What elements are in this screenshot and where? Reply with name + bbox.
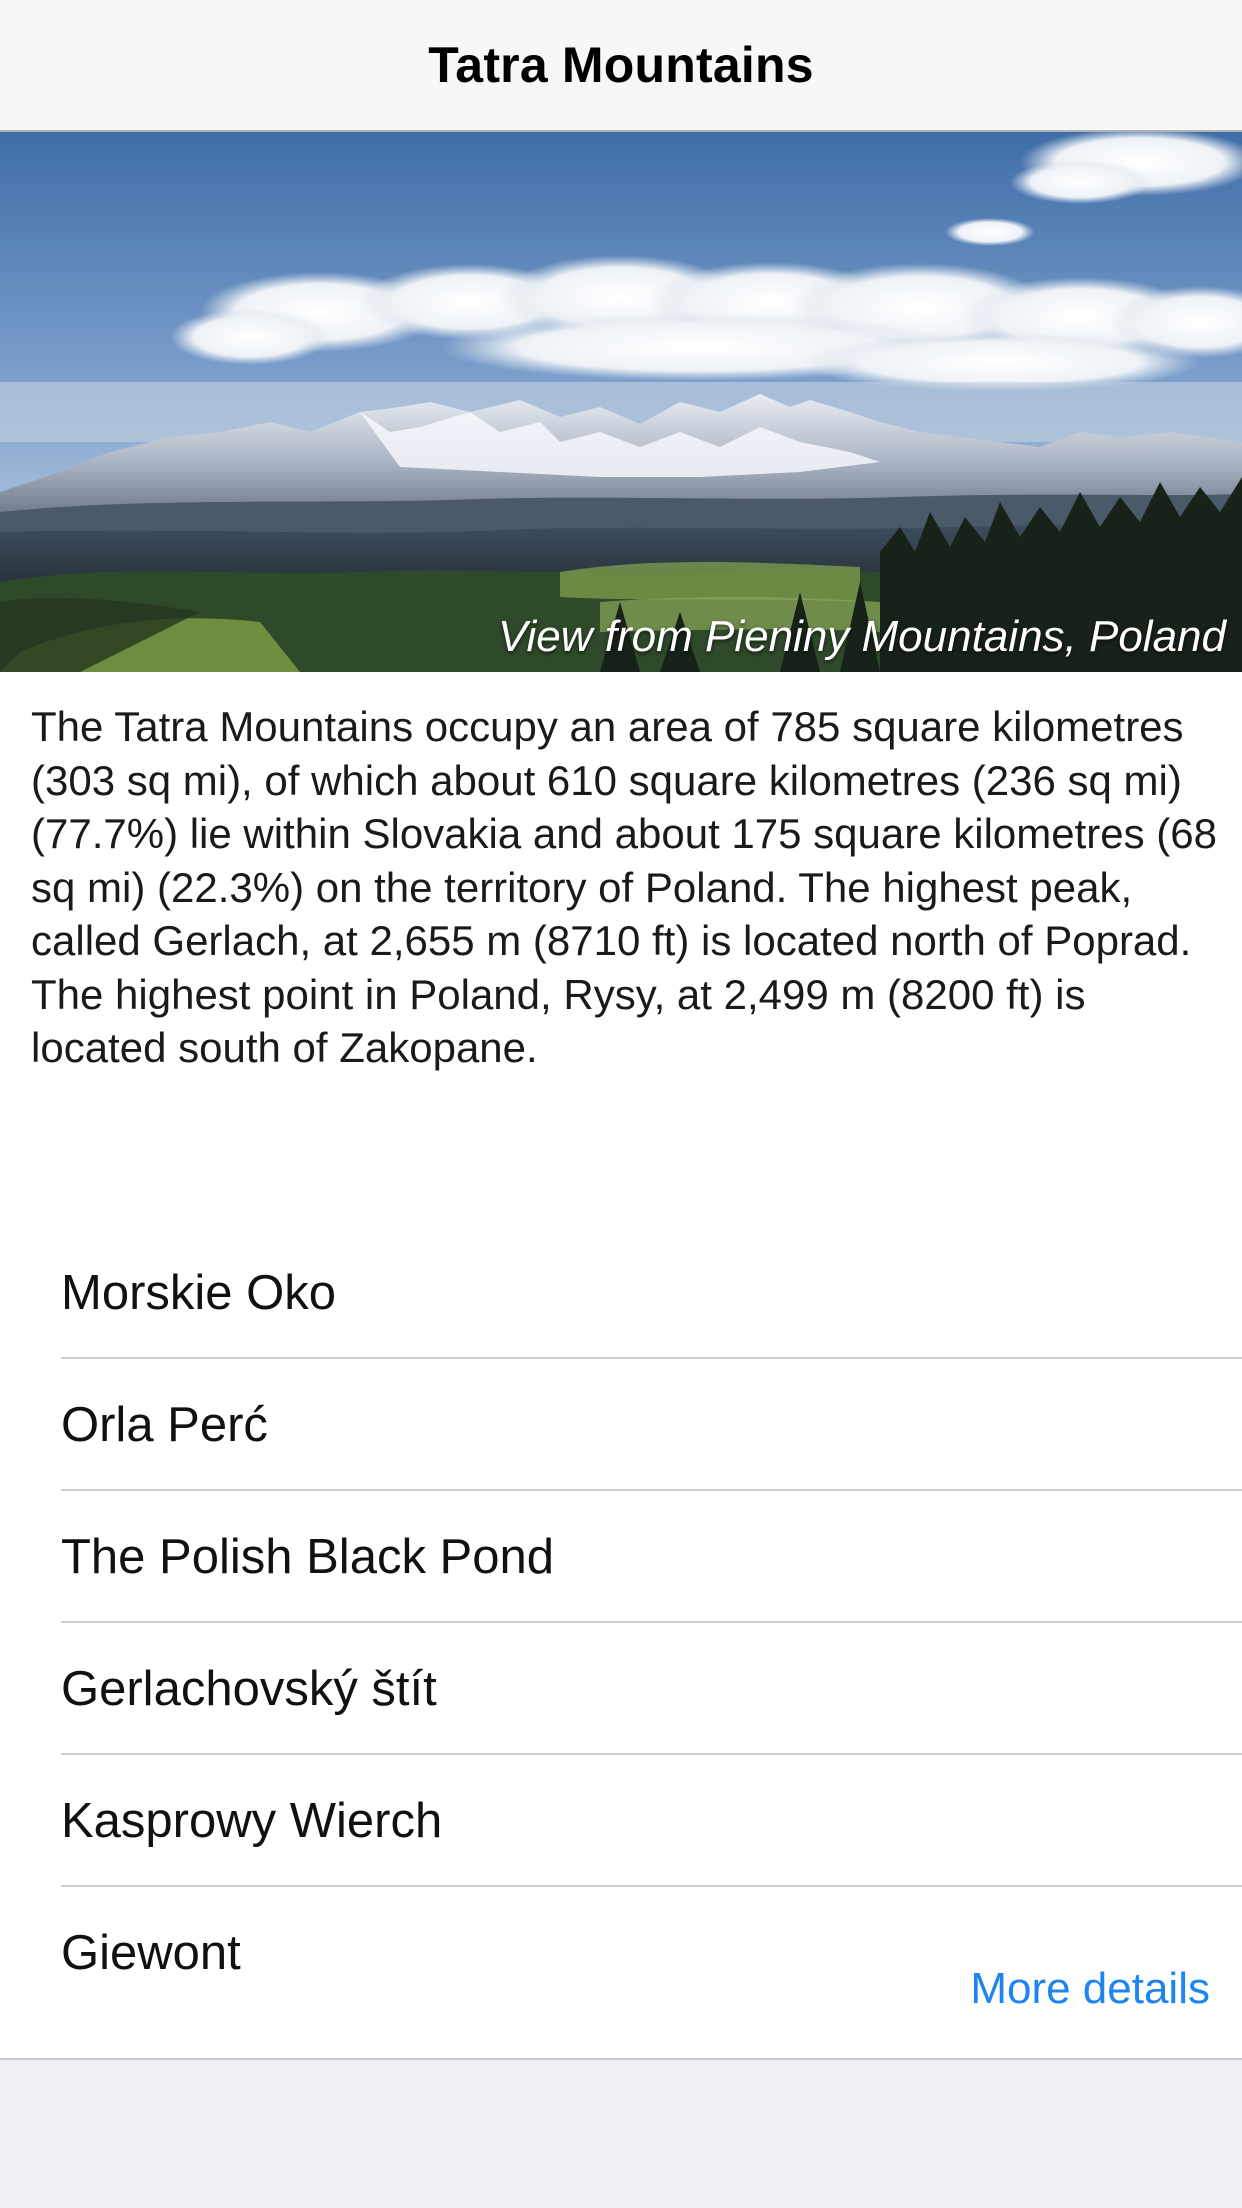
navigation-bar: Tatra Mountains (0, 0, 1242, 132)
list-item-label: Kasprowy Wierch (61, 1794, 443, 1848)
page-title: Tatra Mountains (428, 37, 814, 93)
list-item-label: Orla Perć (61, 1398, 268, 1452)
list-item-gerlachovsky-stit[interactable]: Gerlachovský štít (0, 1623, 1242, 1755)
places-list: Morskie Oko Orla Perć The Polish Black P… (0, 1227, 1242, 2019)
description-text: The Tatra Mountains occupy an area of 78… (31, 703, 1217, 1071)
list-item-label: Giewont (61, 1926, 241, 1980)
detail-card: View from Pieniny Mountains, Poland The … (0, 132, 1242, 2060)
image-caption: View from Pieniny Mountains, Poland (497, 612, 1226, 661)
more-details-button[interactable]: More details (970, 1964, 1210, 2014)
list-item-orla-perc[interactable]: Orla Perć (0, 1359, 1242, 1491)
list-item-label: The Polish Black Pond (61, 1530, 554, 1584)
list-item-kasprowy-wierch[interactable]: Kasprowy Wierch (0, 1755, 1242, 1887)
list-item-polish-black-pond[interactable]: The Polish Black Pond (0, 1491, 1242, 1623)
list-item-label: Gerlachovský štít (61, 1662, 437, 1716)
mountain-landscape-image (0, 132, 1242, 672)
hero-image: View from Pieniny Mountains, Poland (0, 132, 1242, 672)
list-item-label: Morskie Oko (61, 1266, 337, 1320)
list-item-morskie-oko[interactable]: Morskie Oko (0, 1227, 1242, 1359)
